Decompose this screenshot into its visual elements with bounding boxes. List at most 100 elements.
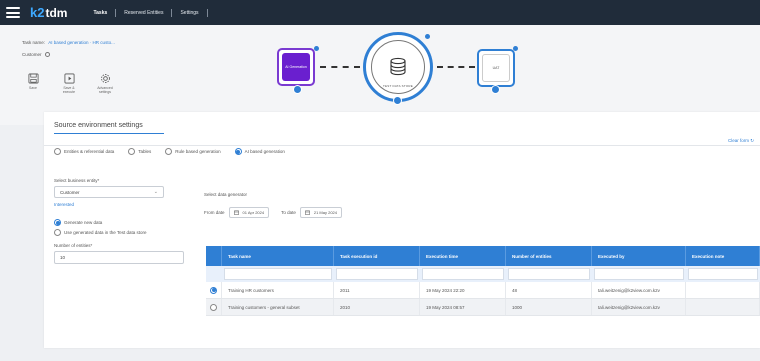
date-filter-row: From date 01 Apr 2024 To date 21 May 202…	[204, 207, 760, 218]
column-header-execution-id[interactable]: Task execution id	[334, 246, 420, 266]
number-of-entities-value: 10	[60, 255, 66, 260]
row-select-cell	[206, 282, 222, 298]
column-header-number-of-entities[interactable]: Number of entities	[506, 246, 592, 266]
task-flow-diagram: AI Generation TEST DATA STORE UAT	[265, 30, 545, 120]
business-entity-label: Select business entity*	[54, 178, 100, 183]
save-icon	[28, 73, 38, 84]
option-rule-based[interactable]: Rule based generation	[165, 148, 221, 155]
target-node-uat[interactable]: UAT	[477, 49, 515, 87]
option-entities-referential[interactable]: Entities & referential data	[54, 148, 114, 155]
radio-button[interactable]	[210, 303, 217, 311]
from-date-picker[interactable]: 01 Apr 2024	[228, 207, 270, 218]
option-label: Rule based generation	[175, 149, 221, 154]
column-header-execution-time[interactable]: Execution time	[420, 246, 506, 266]
filter-execution-time[interactable]	[422, 268, 504, 280]
task-name-row: Task name: AI based generation · HR cust…	[22, 40, 115, 45]
radio-button-selected[interactable]	[234, 148, 242, 155]
section-divider	[44, 145, 760, 146]
store-edit-dot[interactable]	[425, 34, 430, 39]
task-actions: Save Save & execute Advanced settings	[22, 73, 116, 94]
advanced-settings-button[interactable]: Advanced settings	[94, 73, 116, 94]
option-tables[interactable]: Tables	[128, 148, 151, 155]
save-button[interactable]: Save	[22, 73, 44, 94]
generate-new-option[interactable]: Generate new data	[54, 219, 194, 226]
save-execute-button[interactable]: Save & execute	[58, 73, 80, 94]
chevron-down-icon: ⌄	[153, 189, 158, 195]
logo-prefix: k2	[30, 5, 45, 20]
database-icon	[390, 57, 406, 76]
top-bar: k2 tdm Tasks Reserved Entities Settings	[0, 0, 760, 25]
task-name-label: Task name:	[22, 40, 46, 45]
column-header-task-name[interactable]: Task name	[222, 246, 334, 266]
target-edit-dot[interactable]	[513, 46, 518, 51]
info-icon[interactable]	[44, 52, 50, 57]
radio-button[interactable]	[54, 229, 61, 236]
calendar-icon	[233, 210, 239, 215]
radio-button[interactable]	[54, 148, 61, 155]
hamburger-menu-icon[interactable]	[6, 7, 20, 18]
from-date-value: 01 Apr 2024	[242, 210, 265, 215]
task-name-value[interactable]: AI based generation · HR custo...	[48, 40, 115, 45]
filter-executed-by[interactable]	[594, 268, 684, 280]
filter-task-name[interactable]	[224, 268, 332, 280]
source-type-options: Entities & referential data Tables Rule …	[54, 148, 285, 155]
to-date-label: To date	[281, 210, 296, 215]
interested-link[interactable]: Interested	[54, 202, 194, 207]
data-generator-panel: Select data generator From date 01 Apr 2…	[204, 192, 760, 218]
gear-icon	[100, 74, 110, 83]
cell-executed-by: tali.weitzenig@k2view.com.k2v	[592, 282, 686, 298]
column-header-execution-note[interactable]: Execution note	[686, 246, 760, 266]
target-node-label: UAT	[482, 54, 510, 82]
clear-form-label: Clear form	[727, 138, 749, 143]
customer-label: Customer	[22, 52, 42, 57]
table-row[interactable]: Training HR customers 2011 19 May 2024 2…	[206, 282, 760, 299]
option-ai-based[interactable]: AI based generation	[234, 148, 285, 155]
test-data-store-label: TEST DATA STORE	[383, 84, 413, 88]
number-of-entities-input[interactable]: 10	[54, 251, 184, 264]
save-label: Save	[29, 86, 37, 90]
select-column-header	[206, 246, 222, 266]
clear-form-link[interactable]: Clear form ↻	[728, 138, 754, 144]
use-generated-label: Use generated data in the Test data stor…	[64, 230, 147, 235]
to-date-picker[interactable]: 21 May 2024	[299, 207, 342, 218]
filter-spacer	[208, 268, 220, 280]
data-generator-label: Select data generator	[204, 192, 248, 197]
filter-number-of-entities[interactable]	[508, 268, 590, 280]
generation-settings: Select business entity* Customer ⌄ Inter…	[54, 178, 194, 264]
cell-execution-time: 19 May 2024 22:20	[420, 282, 506, 298]
use-generated-option[interactable]: Use generated data in the Test data stor…	[54, 229, 194, 236]
calendar-icon	[305, 210, 310, 215]
radio-button[interactable]	[128, 148, 136, 155]
logo-text: tdm	[45, 5, 68, 20]
source-edit-dot[interactable]	[314, 46, 319, 51]
business-entity-select[interactable]: Customer ⌄	[54, 186, 164, 198]
cell-number-of-entities: 1000	[506, 299, 592, 315]
cell-task-name: Training HR customers	[222, 282, 334, 298]
filter-execution-id[interactable]	[336, 268, 418, 280]
tab-divider	[206, 8, 208, 17]
tab-reserved-entities[interactable]: Reserved Entities	[116, 10, 171, 16]
radio-button[interactable]	[165, 148, 173, 155]
flow-connector-left	[320, 66, 360, 68]
table-filter-row	[206, 266, 760, 282]
tab-tasks[interactable]: Tasks	[85, 10, 115, 16]
source-node-label: AI Generation	[282, 53, 310, 81]
cell-execution-note	[686, 282, 760, 298]
table-row[interactable]: Training customers - general subset 2010…	[206, 299, 760, 316]
source-node-ai-generation[interactable]: AI Generation	[277, 48, 315, 86]
tab-settings[interactable]: Settings	[172, 10, 206, 16]
test-data-store-node[interactable]: TEST DATA STORE	[363, 32, 433, 102]
app-logo[interactable]: k2 tdm	[30, 5, 67, 20]
option-label: AI based generation	[244, 149, 285, 154]
cell-execution-id: 2011	[334, 282, 420, 298]
column-header-executed-by[interactable]: Executed by	[592, 246, 686, 266]
customer-row: Customer	[22, 52, 50, 57]
radio-button-selected[interactable]	[54, 219, 61, 226]
advanced-settings-label: Advanced settings	[97, 86, 113, 95]
cell-executed-by: tali.weitzenig@k2view.com.k2v	[592, 299, 686, 315]
store-check-icon	[393, 96, 402, 105]
business-entity-value: Customer	[60, 189, 80, 195]
cell-execution-note	[686, 299, 760, 315]
radio-button-selected[interactable]	[210, 286, 217, 294]
filter-execution-note[interactable]	[688, 268, 758, 280]
